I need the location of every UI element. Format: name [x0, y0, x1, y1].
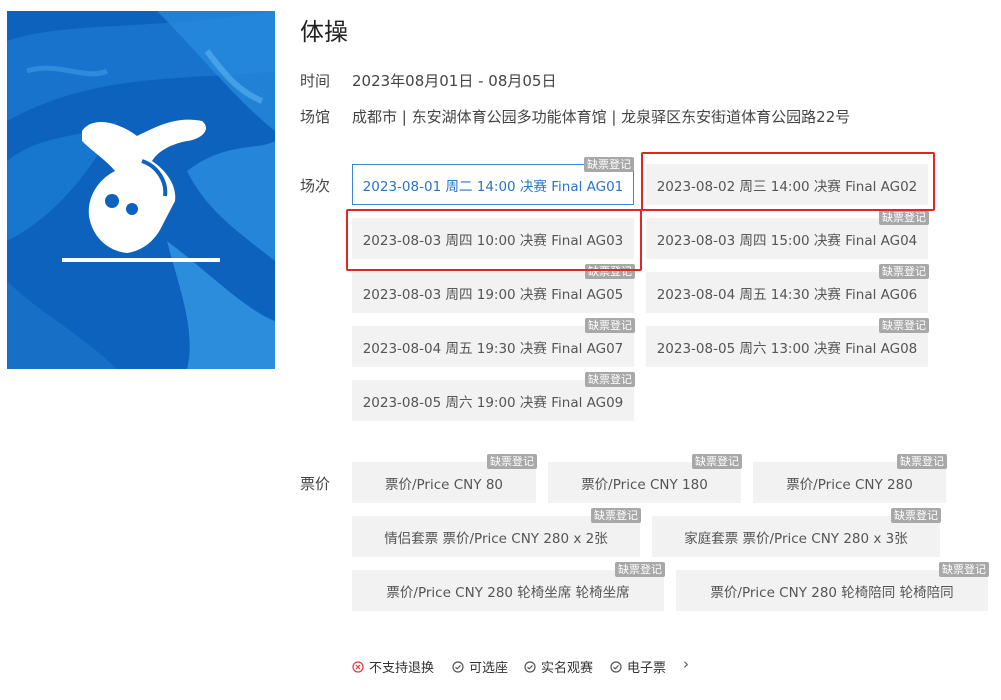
- session-label: 2023-08-02 周三 14:00 决赛 Final AG02: [656, 178, 918, 195]
- shortage-badge: 缺票登记: [879, 264, 929, 279]
- event-title: 体操: [300, 18, 348, 46]
- session-label: 2023-08-01 周二 14:00 决赛 Final AG01: [362, 178, 624, 195]
- policy-real-name: 实名观赛: [524, 657, 593, 676]
- shortage-badge: 缺票登记: [585, 372, 635, 387]
- policy-label: 不支持退换: [369, 661, 435, 676]
- shortage-badge: 缺票登记: [891, 508, 941, 523]
- price-button[interactable]: 票价/Price CNY 280 轮椅陪同 轮椅陪同 缺票登记: [676, 562, 989, 611]
- sessions-label: 场次: [300, 177, 331, 195]
- price-label: 票价/Price CNY 180: [581, 476, 708, 493]
- session-label: 2023-08-04 周五 14:30 决赛 Final AG06: [656, 286, 918, 303]
- price-label: 票价/Price CNY 80: [384, 476, 503, 493]
- time-label: 时间: [300, 72, 331, 90]
- price-button[interactable]: 家庭套票 票价/Price CNY 280 x 3张 缺票登记: [652, 508, 941, 557]
- price-label: 家庭套票 票价/Price CNY 280 x 3张: [684, 530, 908, 547]
- session-label: 2023-08-03 周四 10:00 决赛 Final AG03: [362, 232, 624, 249]
- policy-label: 电子票: [627, 661, 667, 676]
- gymnastics-panda-illustration: [7, 11, 275, 369]
- price-label: 票价/Price CNY 280: [786, 476, 913, 493]
- shortage-badge: 缺票登记: [879, 210, 929, 225]
- session-button[interactable]: 2023-08-04 周五 19:30 决赛 Final AG07 缺票登记: [352, 318, 635, 367]
- shortage-badge: 缺票登记: [585, 264, 635, 279]
- session-button[interactable]: 2023-08-05 周六 19:00 决赛 Final AG09 缺票登记: [352, 372, 635, 421]
- session-button[interactable]: 2023-08-01 周二 14:00 决赛 Final AG01 缺票登记: [352, 157, 634, 205]
- session-label: 2023-08-03 周四 15:00 决赛 Final AG04: [656, 232, 918, 249]
- check-circle-icon: [524, 660, 536, 673]
- x-circle-icon: [352, 660, 364, 673]
- policy-label: 实名观赛: [541, 661, 594, 676]
- price-button[interactable]: 票价/Price CNY 80 缺票登记: [352, 454, 537, 503]
- session-button[interactable]: 2023-08-05 周六 13:00 决赛 Final AG08 缺票登记: [646, 318, 929, 367]
- price-label: 票价/Price CNY 280 轮椅坐席 轮椅坐席: [386, 584, 630, 601]
- venue-label: 场馆: [300, 108, 331, 126]
- venue-value: 成都市 | 东安湖体育公园多功能体育馆 | 龙泉驿区东安街道体育公园路22号: [352, 108, 851, 126]
- session-button[interactable]: 2023-08-04 周五 14:30 决赛 Final AG06 缺票登记: [646, 264, 929, 313]
- price-button[interactable]: 情侣套票 票价/Price CNY 280 x 2张 缺票登记: [352, 508, 641, 557]
- policy-label: 可选座: [469, 661, 509, 676]
- policy-no-refund: 不支持退换: [352, 657, 434, 676]
- price-label: 情侣套票 票价/Price CNY 280 x 2张: [384, 530, 608, 547]
- shortage-badge: 缺票登记: [487, 454, 537, 469]
- shortage-badge: 缺票登记: [585, 318, 635, 333]
- session-label: 2023-08-03 周四 19:00 决赛 Final AG05: [362, 286, 624, 303]
- session-button[interactable]: 2023-08-03 周四 19:00 决赛 Final AG05 缺票登记: [352, 264, 635, 313]
- session-label: 2023-08-05 周六 13:00 决赛 Final AG08: [656, 340, 918, 357]
- shortage-badge: 缺票登记: [939, 562, 989, 577]
- time-value: 2023年08月01日 - 08月05日: [352, 72, 557, 90]
- session-button[interactable]: 2023-08-03 周四 10:00 决赛 Final AG03: [352, 218, 634, 259]
- price-button[interactable]: 票价/Price CNY 280 轮椅坐席 轮椅坐席 缺票登记: [352, 562, 665, 611]
- price-button[interactable]: 票价/Price CNY 180 缺票登记: [548, 454, 742, 503]
- session-label: 2023-08-04 周五 19:30 决赛 Final AG07: [362, 340, 624, 357]
- chevron-right-icon[interactable]: ›: [683, 655, 689, 673]
- session-button[interactable]: 2023-08-02 周三 14:00 决赛 Final AG02: [646, 164, 928, 205]
- check-circle-icon: [610, 660, 622, 673]
- check-circle-icon: [452, 660, 464, 673]
- shortage-badge: 缺票登记: [584, 157, 634, 172]
- price-button[interactable]: 票价/Price CNY 280 缺票登记: [753, 454, 947, 503]
- shortage-badge: 缺票登记: [692, 454, 742, 469]
- policy-e-ticket: 电子票: [610, 657, 666, 676]
- shortage-badge: 缺票登记: [591, 508, 641, 523]
- event-poster: [7, 11, 275, 369]
- prices-label: 票价: [300, 475, 331, 493]
- session-label: 2023-08-05 周六 19:00 决赛 Final AG09: [362, 394, 624, 411]
- shortage-badge: 缺票登记: [615, 562, 665, 577]
- shortage-badge: 缺票登记: [897, 454, 947, 469]
- session-button[interactable]: 2023-08-03 周四 15:00 决赛 Final AG04 缺票登记: [646, 210, 929, 259]
- shortage-badge: 缺票登记: [879, 318, 929, 333]
- policy-seat-selection: 可选座: [452, 657, 508, 676]
- price-label: 票价/Price CNY 280 轮椅陪同 轮椅陪同: [710, 584, 954, 601]
